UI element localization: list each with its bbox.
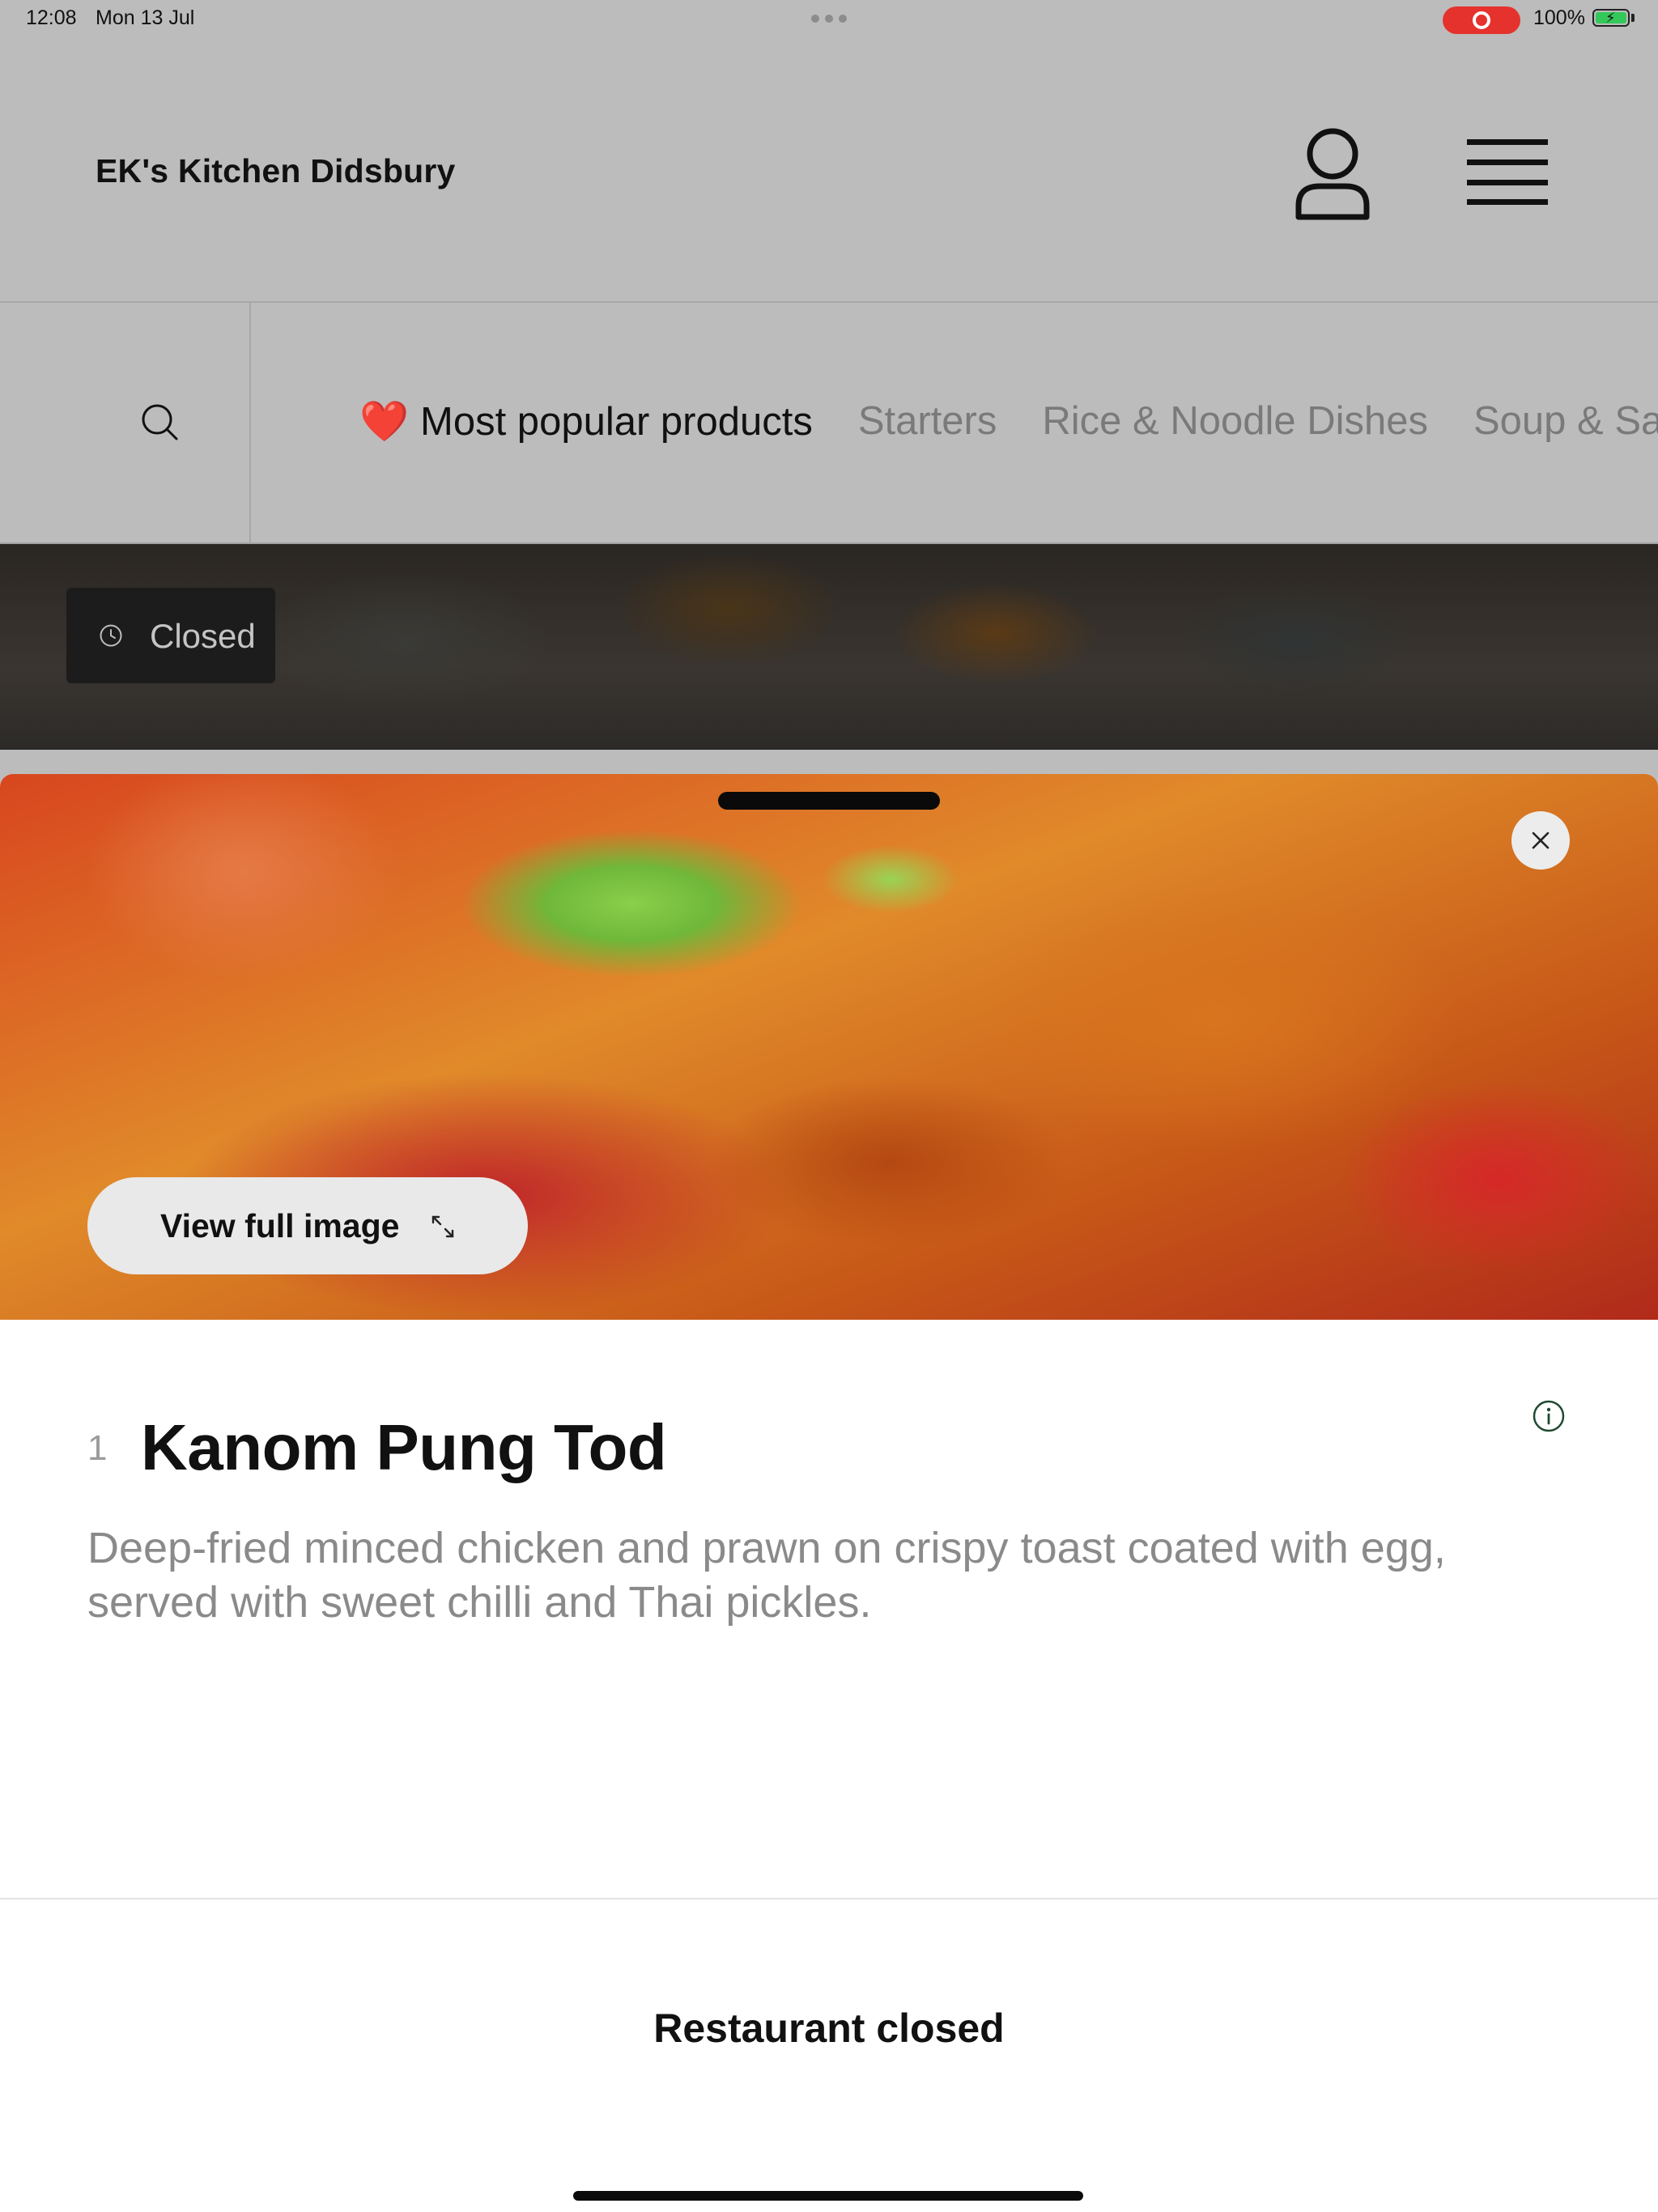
tab-most-popular[interactable]: ❤️ Most popular products: [359, 398, 813, 445]
category-nav: ❤️ Most popular products Starters Rice & …: [0, 303, 1658, 544]
product-description: Deep-fried minced chicken and prawn on c…: [87, 1524, 1446, 1627]
home-indicator[interactable]: [573, 2191, 1083, 2201]
close-button[interactable]: [1511, 811, 1570, 870]
battery-percent: 100%: [1533, 6, 1585, 29]
clock-icon: [100, 624, 122, 647]
info-icon[interactable]: [1532, 1399, 1566, 1433]
restaurant-name[interactable]: EK's Kitchen Didsbury: [96, 152, 456, 190]
heart-icon: ❤️: [359, 400, 410, 444]
item-quantity: 1: [87, 1428, 108, 1468]
expand-icon: [432, 1215, 454, 1238]
tab-rice-noodle[interactable]: Rice & Noodle Dishes: [1042, 398, 1428, 445]
search-icon[interactable]: [141, 403, 178, 440]
status-bar: 12:08 Mon 13 Jul 100% ⚡: [0, 0, 1658, 37]
search-button[interactable]: [0, 303, 251, 542]
site-header: EK's Kitchen Didsbury: [0, 37, 1658, 303]
restaurant-closed-status: Restaurant closed: [653, 2006, 1005, 2051]
product-image[interactable]: View full image: [0, 774, 1658, 1320]
footer-divider: [0, 1898, 1658, 1899]
hamburger-menu-icon[interactable]: [1467, 138, 1548, 206]
tab-soup-salad[interactable]: Soup & Salad: [1473, 398, 1658, 445]
status-time: 12:08: [26, 6, 77, 29]
multitasking-dots-icon[interactable]: [811, 15, 847, 23]
status-date: Mon 13 Jul: [96, 6, 195, 29]
person-icon[interactable]: [1294, 126, 1371, 220]
product-title: Kanom Pung Tod: [141, 1411, 667, 1483]
screen-recording-icon: [1443, 6, 1520, 34]
view-full-image-button[interactable]: View full image: [87, 1177, 528, 1274]
charging-bolt-icon: ⚡: [1605, 10, 1616, 26]
category-tabs: ❤️ Most popular products Starters Rice & …: [359, 398, 1658, 445]
restaurant-hero-image: Closed: [0, 544, 1658, 750]
sheet-grab-handle[interactable]: [718, 792, 940, 810]
tab-starters[interactable]: Starters: [858, 398, 997, 445]
closed-label: Closed: [150, 617, 256, 655]
closed-status-badge: Closed: [66, 588, 275, 683]
product-sheet: View full image 1 Kanom Pung Tod Deep-fr…: [0, 774, 1658, 2212]
battery-icon: ⚡: [1592, 9, 1630, 27]
close-icon[interactable]: [1531, 831, 1550, 850]
tab-label: Most popular products: [420, 400, 813, 444]
battery-tip: [1631, 14, 1635, 22]
view-full-image-label: View full image: [160, 1207, 400, 1244]
